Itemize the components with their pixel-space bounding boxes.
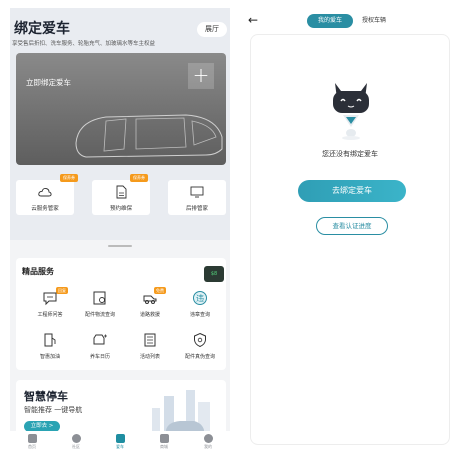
- smart-parking-card[interactable]: 智慧停车 智能推荐 一键导航 立即去 >: [16, 380, 226, 438]
- store-icon: [159, 434, 169, 443]
- premium-title: 精品服务: [22, 267, 54, 276]
- tab-label: 爱车: [116, 444, 124, 449]
- grid-item-label: 违章查询: [189, 312, 210, 318]
- service-row: 保养券 云服务管家 保养券 预约维保 后排管家: [16, 174, 226, 215]
- empty-state-message: 您还没有绑定爱车: [322, 150, 378, 158]
- right-screen: ← 我的爱车 授权车辆 您还没有绑定爱车 去绑定爱车 查看认证进度: [242, 8, 457, 451]
- tab-label: 首页: [28, 444, 36, 449]
- parking-subtitle: 智能推荐 一键导航: [24, 406, 83, 414]
- bind-car-card[interactable]: 立即绑定爱车 +: [16, 53, 226, 165]
- service-card-rear[interactable]: 后排管家: [168, 180, 226, 215]
- grid-item-engineer-qa[interactable]: 回复 工程师问答: [24, 287, 76, 326]
- grid-item-road-rescue[interactable]: 免费 道路救援: [124, 287, 176, 326]
- tab-home[interactable]: 首页: [10, 431, 54, 451]
- showroom-button[interactable]: 展厅: [197, 22, 227, 37]
- bind-car-label: 立即绑定爱车: [26, 78, 71, 87]
- tab-profile[interactable]: 我的: [186, 431, 230, 451]
- bottom-sheet: 精品服务 回复 工程师问答 配件物流查询 免费 道路救援 违 违章查询 智惠加油…: [10, 240, 230, 451]
- monitor-icon: [190, 186, 204, 198]
- grid-item-label: 配件真伪查询: [184, 354, 215, 360]
- parking-title: 智慧停车: [24, 390, 68, 403]
- tab-community[interactable]: 社区: [54, 431, 98, 451]
- tow-truck-icon: [143, 295, 157, 304]
- view-progress-button[interactable]: 查看认证进度: [316, 217, 388, 235]
- premium-services-card: 精品服务 回复 工程师问答 配件物流查询 免费 道路救援 违 违章查询 智惠加油…: [16, 258, 226, 370]
- tab-label: 商城: [160, 444, 168, 449]
- cloud-icon: [38, 187, 52, 197]
- fuel-icon: [44, 333, 56, 347]
- floating-widget[interactable]: $8: [204, 266, 224, 282]
- grid-item-parts-logistics[interactable]: 配件物流查询: [74, 290, 126, 326]
- page-subtitle: 享受售后折扣、洗车服务、轮胎充气、加玻璃水等车主权益: [12, 41, 156, 47]
- service-label: 预约维保: [109, 206, 132, 212]
- grid-item-parts-auth[interactable]: 配件真伪查询: [174, 332, 226, 368]
- car-outline-icon: [75, 114, 223, 158]
- grid-item-calendar[interactable]: 养车日历: [74, 332, 126, 368]
- service-badge: 保养券: [60, 174, 78, 182]
- calendar-car-icon: [93, 334, 107, 345]
- community-icon: [71, 434, 81, 443]
- service-badge: 保养券: [130, 174, 148, 182]
- tab-authorized-vehicles[interactable]: 授权车辆: [354, 14, 394, 28]
- home-icon: [27, 434, 37, 443]
- service-label: 云服务管家: [31, 206, 59, 212]
- violation-icon: 违: [193, 291, 207, 305]
- left-screen: 绑定爱车 享受售后折扣、洗车服务、轮胎充气、加玻璃水等车主权益 展厅 立即绑定爱…: [10, 8, 230, 451]
- shield-check-icon: [194, 332, 206, 348]
- tab-label: 社区: [72, 444, 80, 449]
- svg-text:违: 违: [196, 294, 204, 303]
- bottom-tab-bar: 首页 社区 爱车 商城 我的: [10, 431, 230, 451]
- tab-my-cars[interactable]: 我的爱车: [307, 14, 353, 28]
- document-icon: [116, 185, 127, 199]
- service-card-maintenance[interactable]: 保养券 预约维保: [92, 174, 150, 215]
- parts-search-icon: [93, 291, 106, 305]
- grid-item-violation[interactable]: 违 违章查询: [174, 290, 226, 326]
- tab-my-car[interactable]: 爱车: [98, 431, 142, 451]
- tab-mall[interactable]: 商城: [142, 431, 186, 451]
- service-label: 后排管家: [185, 206, 208, 212]
- tab-label: 我的: [204, 444, 212, 449]
- robot-mascot-icon: [333, 83, 369, 140]
- grid-item-activities[interactable]: 活动列表: [124, 332, 176, 368]
- car-icon: [115, 434, 125, 443]
- drag-handle[interactable]: [108, 245, 132, 247]
- page-title: 绑定爱车: [14, 21, 70, 37]
- service-card-cloud[interactable]: 保养券 云服务管家: [16, 174, 78, 215]
- grid-item-fuel[interactable]: 智惠加油: [24, 332, 76, 368]
- empty-state-card: 您还没有绑定爱车 去绑定爱车 查看认证进度: [250, 34, 450, 445]
- chat-icon: [43, 292, 57, 306]
- back-arrow-icon[interactable]: ←: [248, 14, 258, 26]
- list-icon: [144, 333, 156, 347]
- user-icon: [203, 434, 213, 443]
- bind-car-button[interactable]: 去绑定爱车: [298, 180, 406, 202]
- plus-icon[interactable]: +: [188, 63, 214, 89]
